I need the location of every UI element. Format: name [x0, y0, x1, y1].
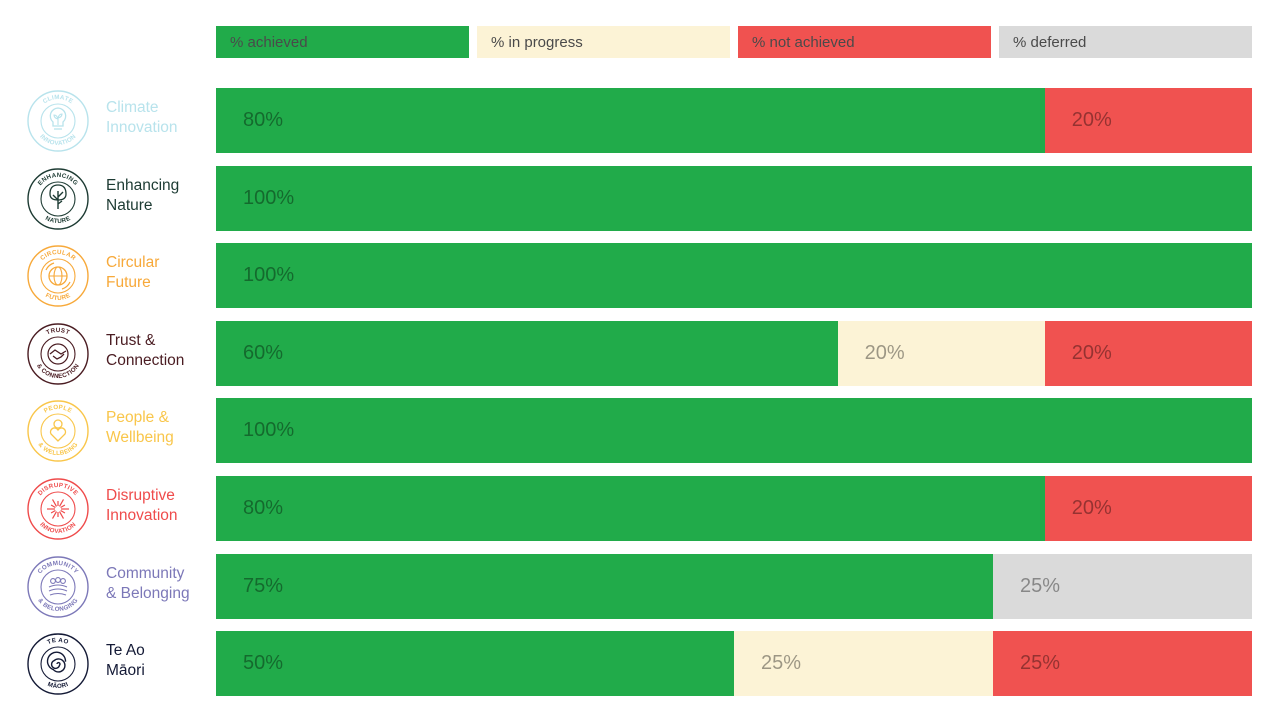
bar-segment-in-progress: 20% — [837, 320, 1045, 386]
legend-label: % in progress — [491, 33, 583, 51]
chart-row: COMMUNITY & BELONGING Community & Belong… — [0, 553, 1280, 619]
bar-track: 50% 25% 25% — [216, 631, 1252, 697]
chart-row: DISRUPTIVE INNOVATION Disruptive Innovat… — [0, 476, 1280, 541]
legend-item-achieved: % achieved — [216, 26, 469, 58]
tree-icon: ENHANCING NATURE — [26, 167, 90, 231]
legend-label: % deferred — [1013, 33, 1087, 51]
bar-segment-not-achieved: 20% — [1044, 320, 1252, 386]
chart-row: CLIMATE INNOVATION Climate Innovation 80%… — [0, 88, 1280, 153]
svg-text:& WELLBEING: & WELLBEING — [36, 442, 79, 458]
chart-row: ENHANCING NATURE Enhancing Nature 100% — [0, 165, 1280, 231]
svg-text:INNOVATION: INNOVATION — [38, 521, 77, 535]
bar-segment-not-achieved: 20% — [1044, 88, 1252, 153]
svg-text:INNOVATION: INNOVATION — [38, 133, 77, 147]
bar-segment-achieved: 80% — [216, 88, 1045, 153]
category-label: Community & Belonging — [106, 564, 190, 602]
chart-row: TRUST & CONNECTION Trust & Connection 60%… — [0, 320, 1280, 386]
data-label: 20% — [1071, 109, 1112, 131]
starburst-icon: DISRUPTIVE INNOVATION — [26, 477, 90, 541]
bar-segment-achieved: 75% — [216, 553, 993, 619]
bar-segment-achieved: 100% — [216, 165, 1252, 231]
data-label: 80% — [243, 109, 284, 131]
data-label: 100% — [243, 419, 295, 442]
koru-spiral-icon: TE AO MĀORI — [26, 632, 90, 696]
data-label: 20% — [1071, 497, 1112, 519]
data-label: 80% — [243, 497, 284, 519]
legend-label: % not achieved — [752, 33, 855, 51]
bar-track: 60% 20% 20% — [216, 320, 1252, 386]
data-label: 25% — [1020, 574, 1061, 597]
bar-segment-achieved: 50% — [216, 631, 734, 697]
bar-segment-in-progress: 25% — [734, 631, 993, 697]
data-label: 25% — [1020, 652, 1061, 675]
bar-segment-achieved: 60% — [216, 320, 838, 386]
data-label: 60% — [243, 341, 284, 364]
svg-text:PEOPLE: PEOPLE — [43, 404, 73, 415]
bar-segment-achieved: 80% — [216, 476, 1045, 541]
category-label: Te Ao Māori — [106, 642, 145, 680]
bar-segment-not-achieved: 20% — [1044, 476, 1252, 541]
bar-track: 100% — [216, 398, 1252, 464]
svg-text:DISRUPTIVE: DISRUPTIVE — [37, 482, 79, 497]
people-group-icon: COMMUNITY & BELONGING — [26, 555, 90, 619]
handshake-icon: TRUST & CONNECTION — [26, 322, 90, 386]
chart-row: TE AO MĀORI Te Ao Māori 50% 25% 25% — [0, 631, 1280, 697]
bar-track: 100% — [216, 243, 1252, 309]
legend-item-not-achieved: % not achieved — [738, 26, 991, 58]
chart-row: CIRCULAR FUTURE Circular Future 100% — [0, 243, 1280, 309]
data-label: 75% — [243, 574, 284, 597]
person-heart-icon: PEOPLE & WELLBEING — [26, 399, 90, 463]
data-label: 100% — [243, 186, 295, 209]
svg-text:& BELONGING: & BELONGING — [36, 597, 79, 613]
bar-track: 75% 25% — [216, 553, 1252, 619]
bar-segment-not-achieved: 25% — [993, 631, 1252, 697]
lightbulb-plant-icon: CLIMATE INNOVATION — [26, 89, 90, 153]
globe-arrows-icon: CIRCULAR FUTURE — [26, 244, 90, 308]
category-label: Trust & Connection — [106, 331, 185, 369]
bar-track: 80% 20% — [216, 476, 1252, 541]
svg-text:COMMUNITY: COMMUNITY — [36, 559, 79, 575]
bar-track: 100% — [216, 165, 1252, 231]
category-label: Climate Innovation — [106, 99, 178, 136]
category-label: People & Wellbeing — [106, 409, 174, 447]
data-label: 50% — [243, 652, 284, 675]
chart-row: PEOPLE & WELLBEING People & Wellbeing 100… — [0, 398, 1280, 464]
data-label: 20% — [864, 341, 905, 364]
svg-text:CIRCULAR: CIRCULAR — [39, 249, 77, 262]
data-label: 25% — [761, 652, 802, 675]
category-label: Disruptive Innovation — [106, 487, 178, 524]
category-label: Enhancing Nature — [106, 176, 180, 214]
bar-segment-deferred: 25% — [993, 553, 1252, 619]
legend-item-in-progress: % in progress — [477, 26, 730, 58]
legend-label: % achieved — [230, 33, 308, 51]
category-label: Circular Future — [106, 254, 160, 292]
svg-text:TRUST: TRUST — [45, 327, 70, 337]
data-label: 20% — [1071, 341, 1112, 364]
svg-text:TE AO: TE AO — [46, 637, 69, 646]
bar-track: 80% 20% — [216, 88, 1252, 153]
bar-segment-achieved: 100% — [216, 398, 1252, 464]
legend-item-deferred: % deferred — [999, 26, 1252, 58]
svg-text:MĀORI: MĀORI — [47, 681, 70, 690]
bar-segment-achieved: 100% — [216, 243, 1252, 309]
data-label: 100% — [243, 264, 295, 287]
